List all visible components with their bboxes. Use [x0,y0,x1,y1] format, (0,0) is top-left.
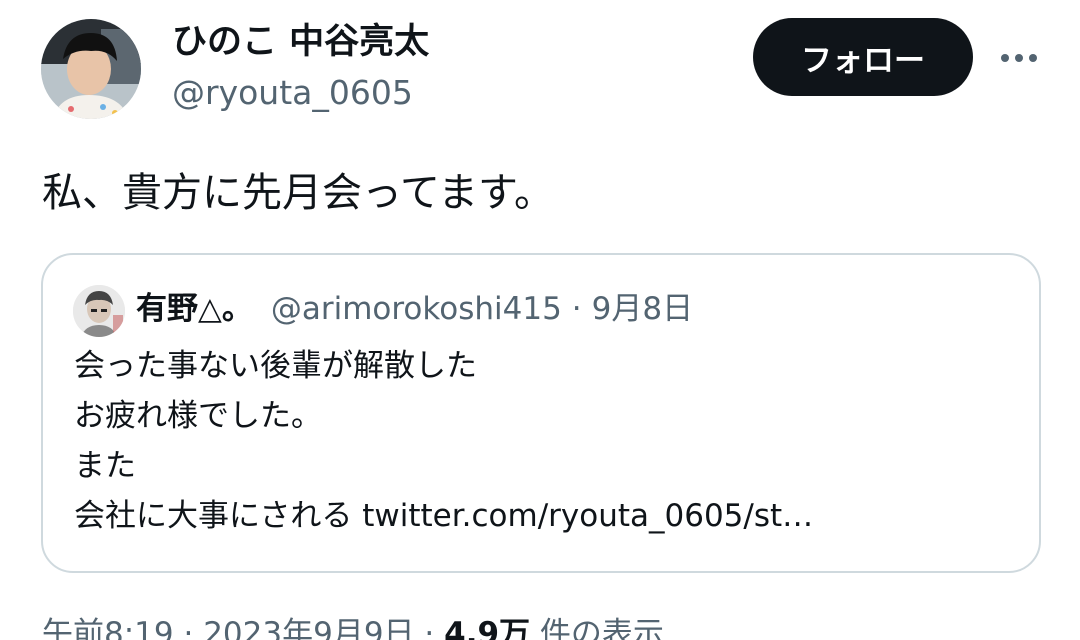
author-avatar[interactable] [41,19,141,119]
quote-author-handle: @arimorokoshi415 [270,291,562,327]
quote-date: 9月8日 [591,291,694,327]
quote-author-avatar [73,285,125,337]
views-count: 4.9万 [444,616,531,640]
tweet-text: 私、貴方に先月会ってます。 [42,170,554,216]
quote-line: また [74,448,136,484]
meta-separator: · [183,616,194,640]
author-handle[interactable]: @ryouta_0605 [172,71,413,115]
views-label: 件の表示 [539,616,664,640]
meta-separator: · [424,616,435,640]
quote-line: お疲れ様でした。 [74,398,322,434]
quote-header: 有野△。 @arimorokoshi415 · 9月8日 [136,287,693,331]
tweet-meta: 午前8:19 · 2023年9月9日 · 4.9万 件の表示 [42,612,664,640]
more-button[interactable] [994,38,1044,78]
tweet-time[interactable]: 午前8:19 [42,616,174,640]
follow-button[interactable]: フォロー [753,18,973,96]
quote-line: 会社に大事にされる twitter.com/ryouta_0605/st… [74,498,814,534]
quote-author-name: 有野△。 [136,291,253,327]
quote-separator: · [571,291,582,327]
author-avatar-image [41,19,141,119]
more-horizontal-icon [1001,54,1037,62]
quote-avatar-image [73,285,125,337]
author-name[interactable]: ひのこ 中谷亮太 [172,20,429,64]
tweet-date[interactable]: 2023年9月9日 [203,616,414,640]
quote-line: 会った事ない後輩が解散した [74,348,477,384]
quote-tweet-card[interactable]: 有野△。 @arimorokoshi415 · 9月8日 会った事ない後輩が解散した … [41,253,1041,573]
tweet-page: ひのこ 中谷亮太 @ryouta_0605 フォロー 私、貴方に先月会ってます。… [0,0,1080,640]
quote-text: 会った事ない後輩が解散した お疲れ様でした。 また 会社に大事にされる twit… [74,341,813,541]
